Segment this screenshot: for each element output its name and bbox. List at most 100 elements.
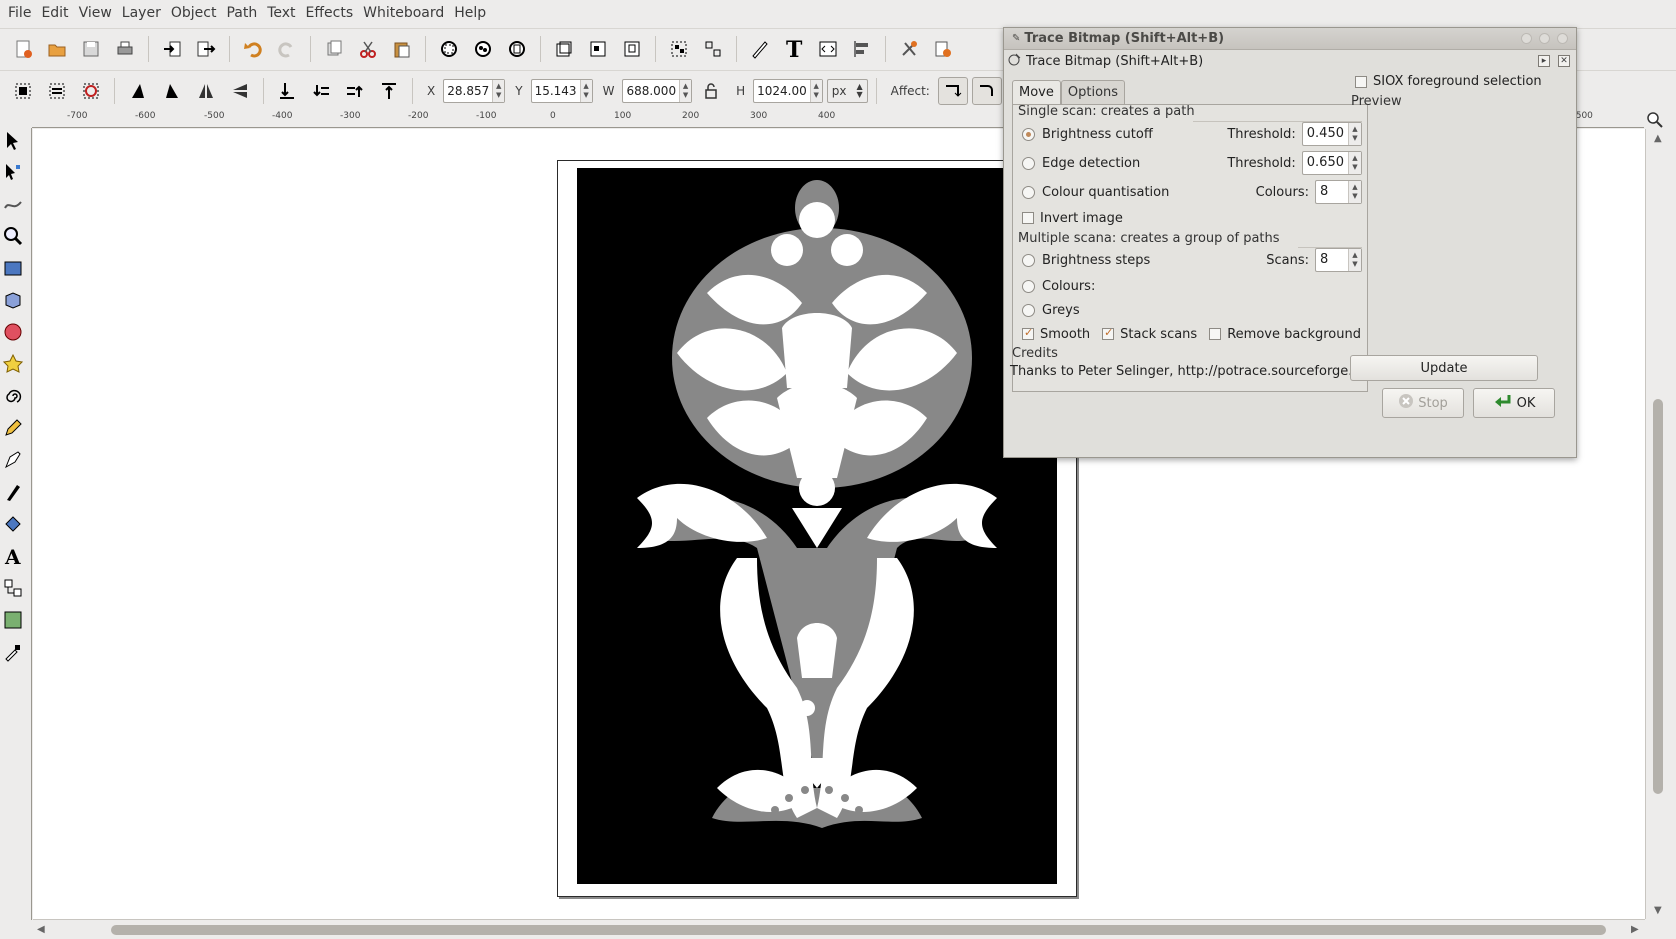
raise-to-top-icon[interactable] [374, 76, 404, 106]
calligraphy-tool-icon[interactable] [1, 479, 25, 505]
spin-arrows-icon[interactable]: ▲ ▼ [492, 79, 505, 102]
affect-stroke-width-icon[interactable] [937, 76, 968, 105]
group-icon[interactable] [549, 34, 579, 64]
w-input[interactable]: 688.000 ▲ ▼ [622, 78, 693, 103]
redo-icon[interactable] [272, 34, 302, 64]
tab-move[interactable]: Move [1012, 80, 1061, 104]
paint-bucket-tool-icon[interactable] [1, 511, 25, 537]
horizontal-scroll-thumb[interactable] [111, 925, 1606, 935]
clone-icon[interactable] [617, 34, 647, 64]
lower-icon[interactable] [306, 76, 336, 106]
preferences-icon[interactable] [894, 34, 924, 64]
duplicate-icon[interactable] [319, 34, 349, 64]
scroll-up-icon[interactable]: ▲ [1654, 133, 1662, 144]
import-icon[interactable] [157, 34, 187, 64]
ungroup-objects-icon[interactable] [698, 34, 728, 64]
scroll-right-icon[interactable]: ▶ [1631, 924, 1639, 935]
group-objects-icon[interactable] [664, 34, 694, 64]
zoom-drawing-icon[interactable] [468, 34, 498, 64]
menu-path[interactable]: Path [221, 0, 262, 27]
colours-radio[interactable] [1022, 279, 1035, 293]
zoom-tool-icon[interactable] [1, 223, 25, 249]
ungroup-icon[interactable] [583, 34, 613, 64]
spin-arrows-icon[interactable]: ▲ ▼ [809, 79, 822, 102]
node-editor-icon[interactable] [745, 34, 775, 64]
select-all-icon[interactable] [8, 76, 38, 106]
scroll-down-icon[interactable]: ▼ [1654, 905, 1662, 916]
rotate-ccw-icon[interactable] [123, 76, 153, 106]
menu-view[interactable]: View [74, 0, 117, 27]
ellipse-tool-icon[interactable] [1, 319, 25, 345]
menu-effects[interactable]: Effects [301, 0, 359, 27]
rotate-cw-icon[interactable] [157, 76, 187, 106]
open-icon[interactable] [42, 34, 72, 64]
xml-editor-icon[interactable] [813, 34, 843, 64]
menu-edit[interactable]: Edit [36, 0, 73, 27]
flip-horizontal-icon[interactable] [191, 76, 221, 106]
new-document-icon[interactable] [8, 34, 38, 64]
update-button[interactable]: Update [1350, 355, 1538, 381]
brightness-steps-radio[interactable] [1022, 253, 1035, 267]
stack-scans-checkbox[interactable] [1102, 326, 1115, 340]
export-icon[interactable] [191, 34, 221, 64]
window-minimize-button[interactable] [1521, 33, 1532, 44]
zoom-page-icon[interactable] [502, 34, 532, 64]
greys-radio[interactable] [1022, 303, 1035, 317]
menu-help[interactable]: Help [449, 0, 491, 27]
vertical-scrollbar[interactable]: ▲ ▼ [1645, 129, 1676, 919]
selector-tool-icon[interactable] [1, 127, 25, 153]
raise-icon[interactable] [340, 76, 370, 106]
vertical-scroll-thumb[interactable] [1653, 399, 1663, 794]
h-input[interactable]: 1024.00 ▲ ▼ [753, 78, 823, 103]
close-icon[interactable]: ✕ [1558, 55, 1570, 67]
text-font-icon[interactable]: T [779, 34, 809, 64]
tweak-tool-icon[interactable] [1, 191, 25, 217]
brightness-cutoff-radio[interactable] [1022, 127, 1035, 141]
select-all-layers-icon[interactable] [42, 76, 72, 106]
window-close-button[interactable] [1557, 33, 1568, 44]
menu-object[interactable]: Object [166, 0, 222, 27]
zoom-selection-icon[interactable] [434, 34, 464, 64]
edge-detection-radio[interactable] [1022, 156, 1035, 170]
3d-box-tool-icon[interactable] [1, 287, 25, 313]
dialog-titlebar[interactable]: ✎ Trace Bitmap (Shift+Alt+B) [1004, 28, 1576, 50]
pen-tool-icon[interactable] [1, 447, 25, 473]
window-maximize-button[interactable] [1539, 33, 1550, 44]
dock-icon[interactable]: ▸ [1538, 55, 1550, 67]
flip-vertical-icon[interactable] [225, 76, 255, 106]
undo-icon[interactable] [238, 34, 268, 64]
node-tool-icon[interactable] [1, 159, 25, 185]
y-input[interactable]: 15.143 ▲ ▼ [530, 78, 593, 103]
colour-quantisation-radio[interactable] [1022, 185, 1035, 199]
scroll-left-icon[interactable]: ◀ [37, 924, 45, 935]
gradient-tool-icon[interactable] [1, 607, 25, 633]
save-icon[interactable] [76, 34, 106, 64]
invert-image-checkbox[interactable] [1022, 212, 1034, 224]
rectangle-tool-icon[interactable] [1, 255, 25, 281]
bitmap-image[interactable] [577, 168, 1057, 884]
menu-file[interactable]: File [3, 0, 36, 27]
horizontal-scrollbar[interactable]: ◀ ▶ [33, 919, 1645, 939]
text-tool-icon[interactable]: A [1, 543, 25, 569]
menu-whiteboard[interactable]: Whiteboard [358, 0, 449, 27]
siox-checkbox[interactable] [1355, 75, 1367, 88]
menu-text[interactable]: Text [262, 0, 300, 27]
connector-tool-icon[interactable] [1, 575, 25, 601]
spin-arrows-icon[interactable]: ▲ ▼ [679, 79, 692, 102]
document-properties-icon[interactable] [928, 34, 958, 64]
cut-icon[interactable] [353, 34, 383, 64]
print-icon[interactable] [110, 34, 140, 64]
lock-icon[interactable] [696, 76, 726, 106]
unit-select[interactable]: px ▲ ▼ [826, 78, 868, 103]
affect-rounded-corners-icon[interactable] [971, 76, 1002, 105]
star-tool-icon[interactable] [1, 351, 25, 377]
smooth-checkbox[interactable] [1022, 326, 1034, 340]
spin-arrows-icon[interactable]: ▲ ▼ [579, 79, 592, 102]
ok-button[interactable]: OK [1473, 388, 1555, 418]
x-input[interactable]: 28.857 ▲ ▼ [443, 78, 506, 103]
align-distribute-icon[interactable] [847, 34, 877, 64]
deselect-icon[interactable] [76, 76, 106, 106]
dropper-tool-icon[interactable] [1, 639, 25, 665]
paste-icon[interactable] [387, 34, 417, 64]
menu-layer[interactable]: Layer [117, 0, 166, 27]
